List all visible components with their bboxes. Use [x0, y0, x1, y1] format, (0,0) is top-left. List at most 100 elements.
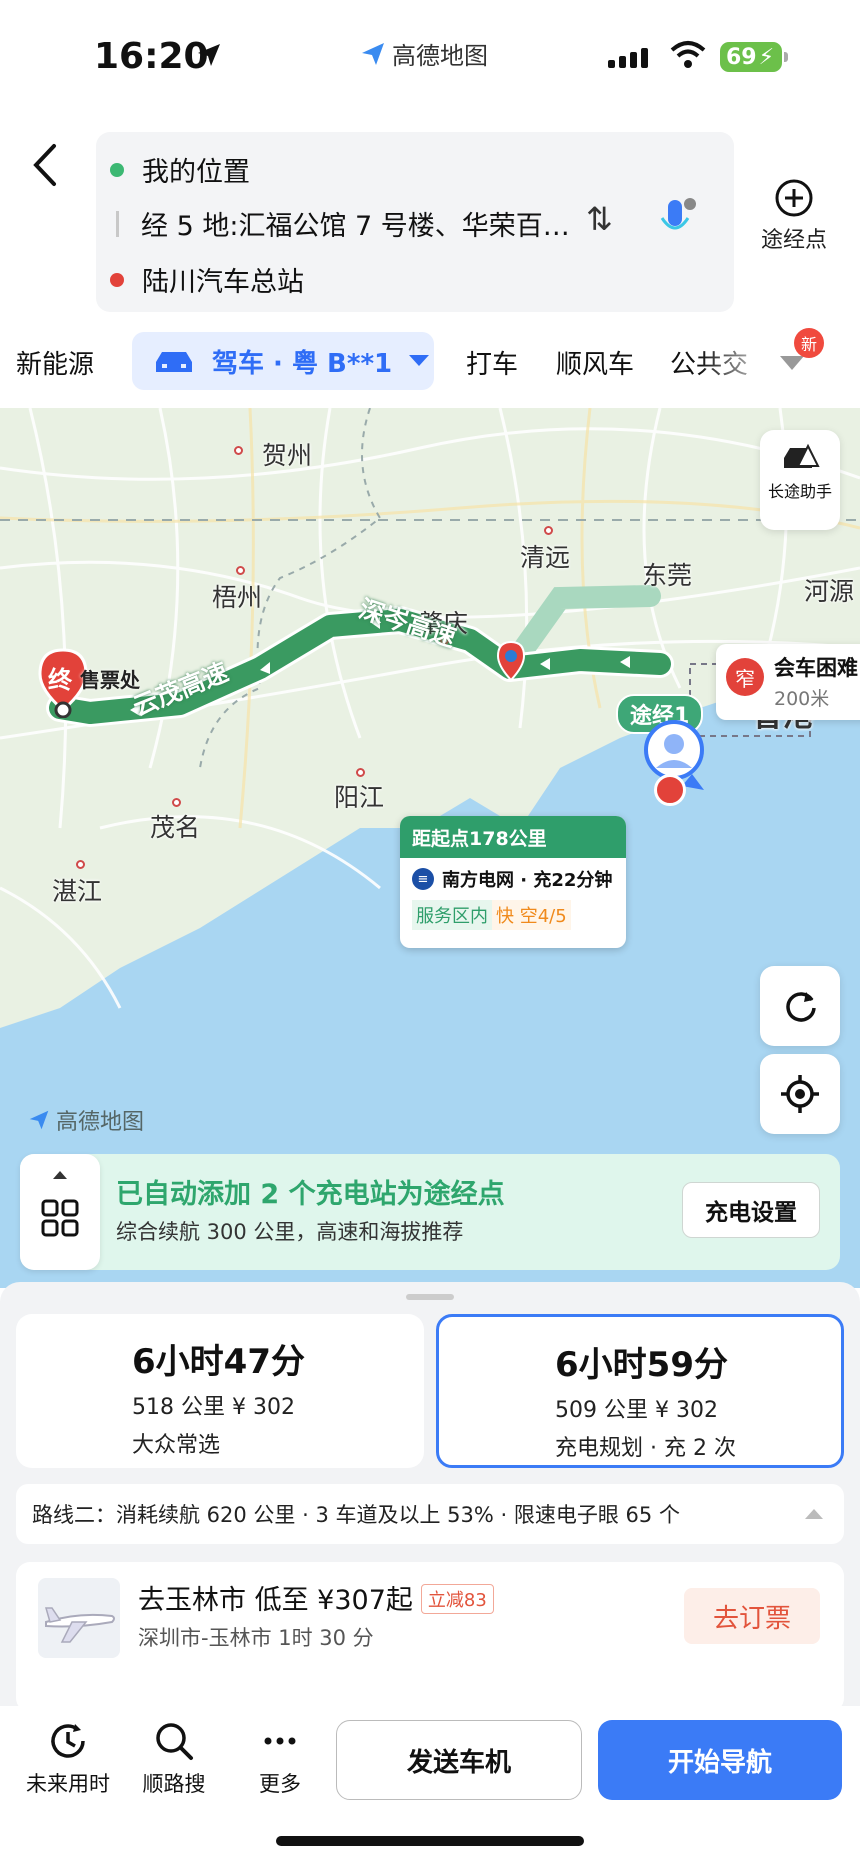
clock-icon [51, 1724, 85, 1758]
app-name: 高德地图 [392, 42, 488, 70]
route-two-text: 路线二：消耗续航 620 公里 · 3 车道及以上 53% · 限速电子眼 65… [32, 1503, 680, 1527]
flight-promo-card[interactable]: 去玉林市 低至 ¥307起 立减83 深圳市-玉林市 1时 30 分 去订票 [16, 1562, 844, 1712]
charging-bolt-icon: ⚡ [758, 44, 775, 70]
voice-mic-icon[interactable] [658, 196, 698, 244]
via-bar [116, 210, 119, 237]
tab-drive[interactable]: 驾车 · 粤 B**1 [132, 332, 434, 390]
city-dot-icon [234, 446, 243, 455]
wifi-icon [670, 41, 706, 68]
battery-tip [784, 52, 788, 62]
city-label: 梧州 [212, 583, 263, 612]
app-brand: 高德地图 [360, 36, 488, 71]
more-dots-icon [264, 1737, 296, 1745]
callout-station-row: ≡ 南方电网 · 充22分钟 [400, 858, 626, 892]
banner-subtitle: 综合续航 300 公里，高速和海拔推荐 [116, 1220, 464, 1244]
destination-end-tag: 终 [48, 666, 72, 694]
city-dot-icon [236, 566, 245, 575]
book-ticket-button[interactable]: 去订票 [684, 1588, 820, 1644]
origin-dot-icon [110, 162, 124, 177]
city-label: 茂名 [150, 813, 201, 842]
city-dot-icon [544, 526, 553, 535]
city-label: 清远 [520, 543, 571, 572]
city-dot-icon [356, 768, 365, 777]
charging-banner: 已自动添加 2 个充电站为途经点 综合续航 300 公里，高速和海拔推荐 充电设… [20, 1154, 840, 1270]
grid-company-icon: ≡ [412, 868, 434, 890]
narrow-road-warning[interactable]: 窄 会车困难 200米 [716, 644, 860, 720]
status-bar: 16:20 高德地图 69 ⚡ [0, 0, 860, 110]
back-icon[interactable] [26, 140, 66, 190]
charging-settings-button[interactable]: 充电设置 [682, 1182, 820, 1238]
route-distance-price: 518 公里 ¥ 302 [132, 1395, 295, 1420]
warning-distance: 200米 [774, 688, 830, 710]
bottom-action-bar: 未来用时 顺路搜 更多 发送车机 开始导航 [0, 1706, 860, 1864]
city-label: 东莞 [642, 561, 693, 590]
start-navigation-button[interactable]: 开始导航 [598, 1720, 842, 1800]
battery-indicator: 69 ⚡ [720, 42, 782, 72]
airplane-icon [45, 1607, 115, 1643]
add-waypoint-button[interactable]: 途经点 [748, 178, 840, 254]
more-label: 更多 [259, 1772, 301, 1796]
watermark-text: 高德地图 [56, 1110, 145, 1135]
send-to-car-button[interactable]: 发送车机 [336, 1720, 582, 1800]
tab-carpool[interactable]: 顺风车 [556, 344, 634, 381]
menu-grid-button[interactable] [20, 1154, 100, 1270]
tab-new-energy[interactable]: 新能源 [16, 344, 94, 381]
city-label: 阳江 [334, 783, 385, 812]
route-option-1[interactable]: 6小时47分 518 公里 ¥ 302 大众常选 [16, 1314, 424, 1468]
route-tag: 充电规划 · 充 2 次 [555, 1436, 736, 1461]
car-icon [156, 352, 192, 372]
sheet-drag-handle[interactable] [406, 1294, 454, 1300]
grid-icon [41, 1199, 79, 1237]
origin-row[interactable]: 我的位置 [110, 150, 250, 189]
discount-badge: 立减83 [420, 1584, 494, 1614]
callout-tags-row: 服务区内 快 空4/5 [400, 892, 626, 930]
city-label: 河源 [804, 577, 855, 606]
city-label: 贺州 [262, 441, 313, 470]
long-trip-label: 长途助手 [767, 482, 832, 501]
future-time-label: 未来用时 [26, 1772, 110, 1796]
charging-station-pin-icon[interactable] [496, 640, 526, 684]
refresh-icon [786, 992, 816, 1022]
along-search-button[interactable]: 顺路搜 [126, 1720, 222, 1798]
flight-title: 去玉林市 低至 ¥307起 立减83 [138, 1578, 494, 1617]
tab-taxi[interactable]: 打车 [466, 344, 518, 381]
callout-tag-status: 快 空4/5 [492, 900, 571, 930]
more-button[interactable]: 更多 [232, 1720, 328, 1798]
chevron-up-icon [805, 1509, 823, 1519]
ticket-office-label: 售票处 [80, 668, 140, 692]
map-view[interactable]: 贺州 梧州 清远 肇庆 东莞 香港 阳江 茂名 湛江 河源 深岑高速 云茂高速 … [0, 408, 860, 1288]
add-waypoint-label: 途经点 [760, 228, 827, 253]
warning-title: 会车困难 [774, 656, 858, 680]
long-trip-helper-button[interactable]: 长途助手 [760, 430, 840, 530]
destination-label: 陆川汽车总站 [142, 267, 304, 298]
origin-label: 我的位置 [142, 157, 250, 188]
route-time: 6小时59分 [555, 1345, 728, 1385]
charging-station-callout[interactable]: 距起点178公里 ≡ 南方电网 · 充22分钟 服务区内 快 空4/5 [400, 816, 626, 948]
route-option-2[interactable]: 6小时59分 509 公里 ¥ 302 充电规划 · 充 2 次 [436, 1314, 844, 1468]
route-input-box: 我的位置 经 5 地:汇福公馆 7 号楼、华荣百… 陆川汽车总站 ⇅ [96, 132, 734, 312]
route-time: 6小时47分 [132, 1342, 305, 1382]
narrow-road-icon: 窄 [726, 658, 764, 696]
location-arrow-icon [198, 44, 220, 66]
add-circle-icon [775, 179, 813, 217]
more-tabs-icon[interactable] [778, 354, 806, 372]
travel-mode-tabs: 新能源 驾车 · 粤 B**1 打车 顺风车 公共交 新 [0, 328, 860, 394]
banner-title: 已自动添加 2 个充电站为途经点 [116, 1179, 505, 1210]
clock: 16:20 [94, 36, 209, 77]
route-tag: 大众常选 [132, 1433, 221, 1458]
amap-logo-icon [29, 1110, 49, 1130]
amap-logo-icon [362, 42, 384, 65]
future-time-button[interactable]: 未来用时 [20, 1720, 116, 1798]
callout-distance: 距起点178公里 [400, 816, 626, 858]
refresh-route-button[interactable] [760, 966, 840, 1046]
swap-icon[interactable]: ⇅ [586, 200, 613, 238]
via-row[interactable]: 经 5 地:汇福公馆 7 号楼、华荣百… [110, 204, 570, 243]
new-badge: 新 [794, 328, 824, 358]
tab-drive-label: 驾车 · 粤 B**1 [212, 348, 393, 379]
locate-me-button[interactable] [760, 1054, 840, 1134]
home-indicator [276, 1836, 584, 1846]
destination-row[interactable]: 陆川汽车总站 [110, 260, 304, 299]
route-two-summary[interactable]: 路线二：消耗续航 620 公里 · 3 车道及以上 53% · 限速电子眼 65… [16, 1484, 844, 1544]
tab-fade [700, 328, 780, 394]
chevron-down-icon [409, 355, 430, 366]
